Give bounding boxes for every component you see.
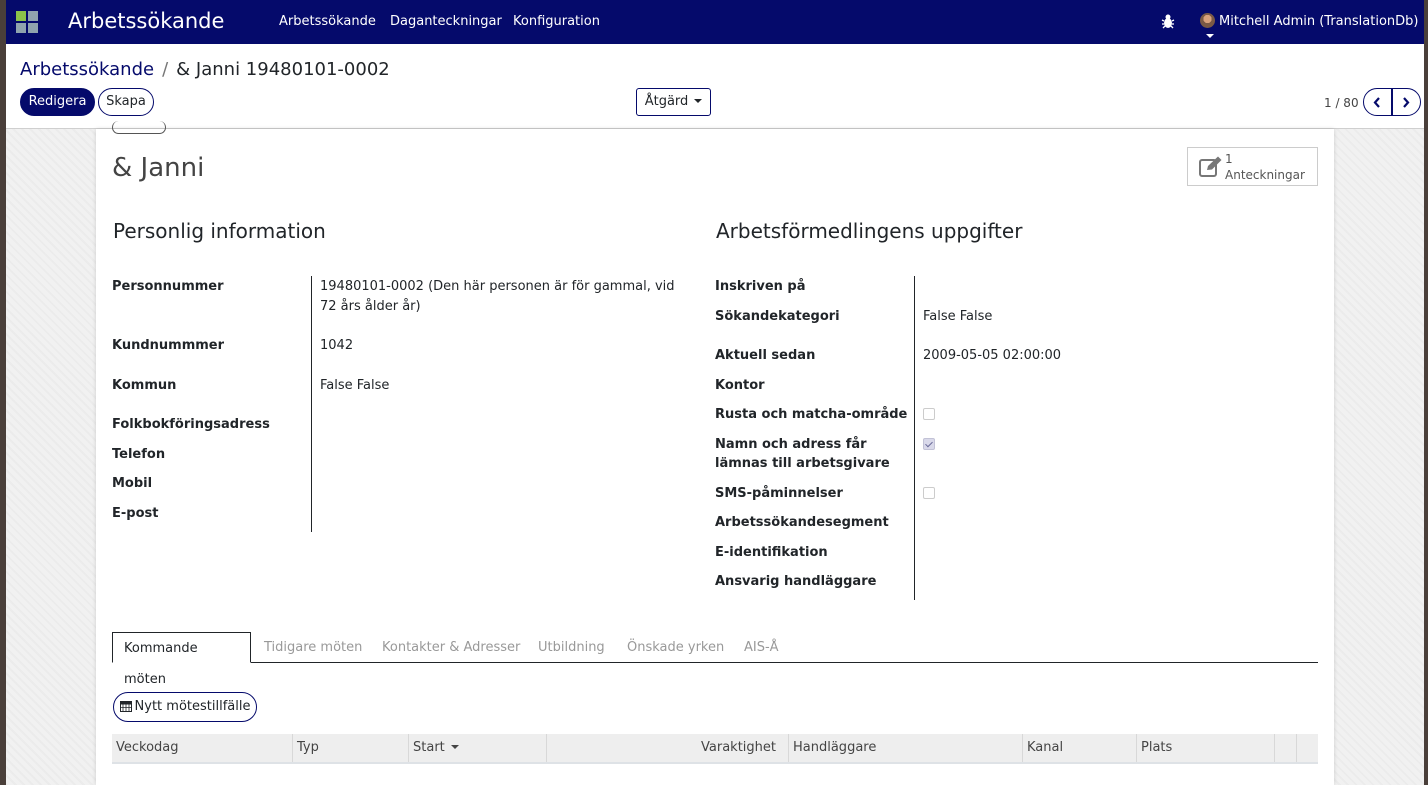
new-meeting-button[interactable]: Nytt mötestillfälle xyxy=(113,692,257,722)
apps-menu-icon[interactable] xyxy=(16,11,38,33)
app-title: Arbetssökande xyxy=(68,9,225,33)
meetings-table-header: Veckodag Typ Start Varaktighet Handlägga… xyxy=(112,734,1318,764)
field-label-folkbokforingsadress: Folkbokföringsadress xyxy=(112,417,270,432)
column-header-veckodag[interactable]: Veckodag xyxy=(112,734,292,762)
edit-note-icon xyxy=(1199,156,1222,177)
new-meeting-label: Nytt mötestillfälle xyxy=(134,699,251,714)
record-title: & Janni xyxy=(112,153,205,183)
statusbar-button-stub[interactable] xyxy=(112,121,166,134)
notes-smart-button[interactable]: 1 Anteckningar xyxy=(1187,147,1318,186)
app-window: Arbetssökande Arbetssökande Dagantecknin… xyxy=(6,0,1424,785)
column-header-start[interactable]: Start xyxy=(408,734,546,762)
field-label-arbetssokandesegment: Arbetssökandesegment xyxy=(715,515,889,530)
divider xyxy=(311,276,312,532)
breadcrumb-separator: / xyxy=(162,59,169,80)
pager-value[interactable]: 1 / 80 xyxy=(1324,96,1359,110)
tab-kommande-moten[interactable]: Kommande möten xyxy=(112,632,251,687)
action-dropdown[interactable]: Åtgärd xyxy=(636,88,711,116)
field-label-namn-och-adress: Namn och adress får lämnas till arbetsgi… xyxy=(715,437,890,471)
field-label-telefon: Telefon xyxy=(112,447,166,462)
checkbox-sms-paminnelser[interactable] xyxy=(923,487,935,499)
chevron-down-icon xyxy=(1206,34,1214,38)
checkbox-namn-och-adress[interactable] xyxy=(923,438,935,450)
field-label-ansvarig-handlaggare: Ansvarig handläggare xyxy=(715,574,877,589)
breadcrumb: Arbetssökande / & Janni 19480101-0002 xyxy=(20,59,390,80)
column-header-start-label: Start xyxy=(413,740,445,755)
user-menu[interactable]: Mitchell Admin (TranslationDb) xyxy=(1200,13,1424,44)
sort-desc-icon xyxy=(450,745,459,749)
menu-daganteckningar[interactable]: Daganteckningar xyxy=(390,14,502,29)
tab-tidigare-moten[interactable]: Tidigare möten xyxy=(264,632,362,663)
field-label-sokandekategori: Sökandekategori xyxy=(715,309,840,324)
pager-previous-button[interactable] xyxy=(1363,88,1392,116)
chevron-down-icon xyxy=(694,99,703,103)
pager-next-button[interactable] xyxy=(1392,88,1421,116)
field-label-kontor: Kontor xyxy=(715,378,765,393)
field-value-sokandekategori: False False xyxy=(923,309,993,324)
tab-utbildning[interactable]: Utbildning xyxy=(538,632,605,663)
field-label-epost: E-post xyxy=(112,506,159,521)
field-value-kundnummer: 1042 xyxy=(320,338,354,353)
personal-info-title: Personlig information xyxy=(113,219,326,243)
field-label-rusta-och-matcha: Rusta och matcha-område xyxy=(715,407,908,422)
notes-label: Anteckningar xyxy=(1225,168,1305,182)
employment-info-title: Arbetsförmedlingens uppgifter xyxy=(716,219,1023,243)
tab-ais-a[interactable]: AIS-Å xyxy=(744,632,779,663)
edit-button[interactable]: Redigera xyxy=(20,88,95,116)
column-header-kanal[interactable]: Kanal xyxy=(1022,734,1136,762)
tab-onskade-yrken[interactable]: Önskade yrken xyxy=(627,632,724,663)
column-header-typ[interactable]: Typ xyxy=(292,734,408,762)
field-label-kundnummer: Kundnummmer xyxy=(112,338,225,353)
field-label-e-identifikation: E-identifikation xyxy=(715,545,828,560)
action-dropdown-label: Åtgärd xyxy=(644,94,689,109)
avatar xyxy=(1200,13,1215,28)
field-value-aktuell-sedan: 2009-05-05 02:00:00 xyxy=(923,348,1062,363)
debug-bug-icon[interactable] xyxy=(1161,13,1175,29)
create-button[interactable]: Skapa xyxy=(98,88,154,116)
tab-kontakter-adresser[interactable]: Kontakter & Adresser xyxy=(382,632,520,663)
breadcrumb-current: & Janni 19480101-0002 xyxy=(176,59,390,80)
column-header-varaktighet[interactable]: Varaktighet xyxy=(546,734,788,762)
field-label-sms-paminnelser: SMS-påminnelser xyxy=(715,486,843,501)
notes-count: 1 xyxy=(1225,152,1233,166)
column-header-plats[interactable]: Plats xyxy=(1136,734,1274,762)
calendar-icon xyxy=(119,701,132,712)
divider xyxy=(914,276,915,600)
field-label-inskriven-pa: Inskriven på xyxy=(715,279,806,294)
checkbox-rusta-och-matcha[interactable] xyxy=(923,408,935,420)
column-header-delete xyxy=(1296,734,1318,762)
chevron-right-icon xyxy=(1403,97,1410,108)
control-panel: Arbetssökande / & Janni 19480101-0002 Redi… xyxy=(6,44,1424,129)
top-navbar: Arbetssökande Arbetssökande Dagantecknin… xyxy=(6,0,1424,44)
menu-arbetssokande[interactable]: Arbetssökande xyxy=(279,14,376,29)
breadcrumb-parent-link[interactable]: Arbetssökande xyxy=(20,59,154,80)
field-label-mobil: Mobil xyxy=(112,476,153,491)
user-name: Mitchell Admin (TranslationDb) xyxy=(1219,14,1419,29)
field-value-personnummer: 19480101-0002 (Den här personen är för g… xyxy=(320,279,675,314)
column-header-handlaggare[interactable]: Handläggare xyxy=(788,734,1022,762)
menu-konfiguration[interactable]: Konfiguration xyxy=(513,14,600,29)
chevron-left-icon xyxy=(1373,97,1380,108)
field-label-kommun: Kommun xyxy=(112,378,177,393)
column-header-optional[interactable] xyxy=(1274,734,1296,762)
form-sheet: & Janni 1 Anteckningar Personlig informa… xyxy=(96,121,1334,785)
field-value-kommun: False False xyxy=(320,378,390,393)
field-label-personnummer: Personnummer xyxy=(112,279,224,294)
form-view: & Janni 1 Anteckningar Personlig informa… xyxy=(6,121,1424,785)
field-label-aktuell-sedan: Aktuell sedan xyxy=(715,348,816,363)
